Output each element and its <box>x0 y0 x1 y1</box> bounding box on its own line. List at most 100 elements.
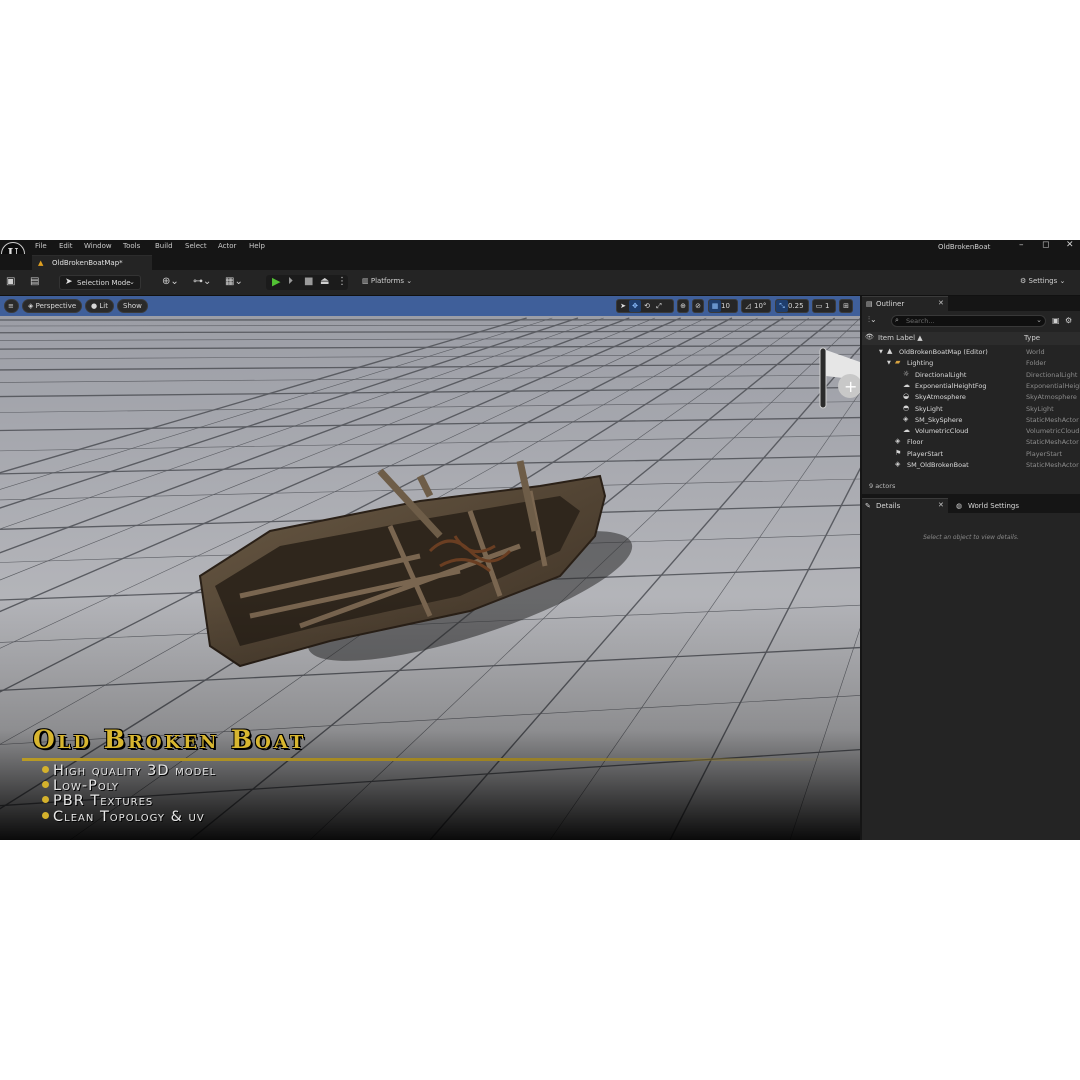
feature-list: High quality 3D model Low-Poly PBR Textu… <box>42 763 216 825</box>
blueprint-icon[interactable]: ⊶⌄ <box>193 276 211 288</box>
maximize-icon[interactable]: ◻ <box>1042 240 1049 250</box>
eye-icon[interactable]: 👁 <box>865 333 874 341</box>
eject-icon[interactable]: ⏏ <box>320 276 329 288</box>
outliner-row[interactable]: ▼ ▰ Lighting Folder <box>862 358 1080 369</box>
grid-snap-toggle[interactable]: ▦ 10 <box>708 299 738 313</box>
outliner-row-label: Floor <box>907 438 924 447</box>
outliner-row-type: StaticMeshActor <box>1026 438 1079 447</box>
details-tab-label: Details <box>876 502 901 510</box>
tab-world-settings[interactable]: ◍ World Settings <box>950 498 1050 513</box>
outliner-row[interactable]: ◓ SkyLight SkyLight <box>862 404 1080 415</box>
menu-edit[interactable]: Edit <box>59 242 73 250</box>
save-icon[interactable]: ▣ <box>6 276 15 288</box>
more-options-icon[interactable]: ⋮ <box>337 276 347 288</box>
show-button[interactable]: Show <box>117 299 148 313</box>
cinematics-icon[interactable]: ▦⌄ <box>225 276 243 288</box>
platforms-icon: ▥ <box>362 277 371 285</box>
stop-icon[interactable]: ■ <box>304 276 313 288</box>
filter-icon[interactable]: ⫶⌄ <box>868 314 877 326</box>
scale-snap-value: 0.25 <box>788 302 804 310</box>
viewport-menu-icon[interactable]: ≡ <box>4 299 19 313</box>
menu-file[interactable]: File <box>35 242 47 250</box>
rotate-tool-icon[interactable]: ⟲ <box>641 300 653 312</box>
world-local-icon[interactable]: ⊕ <box>677 299 689 313</box>
minimize-icon[interactable]: – <box>1019 240 1024 250</box>
chevron-down-icon: ⌄ <box>1036 316 1042 324</box>
menu-window[interactable]: Window <box>84 242 112 250</box>
scale-tool-icon[interactable]: ⤢ <box>653 300 665 312</box>
unreal-editor-window: U File Edit Window Tools Build Select Ac… <box>0 240 1080 840</box>
outliner-row[interactable]: ◈ SM_OldBrokenBoat StaticMeshActor <box>862 460 1080 471</box>
menu-build[interactable]: Build <box>155 242 173 250</box>
content-browser-icon[interactable]: ▤ <box>30 276 39 288</box>
actor-type-icon: ☁ <box>903 380 910 389</box>
expand-arrow-icon[interactable]: ▼ <box>887 360 891 366</box>
column-item-label[interactable]: Item Label ▲ <box>878 334 923 342</box>
surface-snap-icon[interactable]: ⊘ <box>692 299 704 313</box>
lit-button[interactable]: ● Lit <box>85 299 114 313</box>
tab-oldbrokenboatmap[interactable]: ▲ OldBrokenBoatMap* <box>32 255 152 270</box>
details-tab-row: ✎ Details ✕ ◍ World Settings <box>862 498 1080 513</box>
settings-dropdown[interactable]: ⚙ Settings ⌄ <box>1020 277 1065 285</box>
gear-icon[interactable]: ⚙ <box>1065 315 1072 327</box>
scale-snap-toggle[interactable]: ⤡ 0.25 <box>775 299 809 313</box>
transform-tools: ➤ ✥ ⟲ ⤢ <box>616 299 674 313</box>
selection-mode-dropdown[interactable]: ➤ Selection Mode ⌄ <box>59 275 141 290</box>
outliner-row[interactable]: ☼ DirectionalLight DirectionalLight <box>862 370 1080 381</box>
details-panel: ✎ Details ✕ ◍ World Settings Select an o… <box>862 498 1080 840</box>
world-settings-label: World Settings <box>968 502 1019 510</box>
outliner-row-type: World <box>1026 348 1045 356</box>
menu-select[interactable]: Select <box>185 242 207 250</box>
perspective-button[interactable]: ◈ Perspective <box>22 299 83 313</box>
tab-details[interactable]: ✎ Details ✕ <box>862 498 948 513</box>
outliner-search-input[interactable]: ⌕ Search... ⌄ <box>891 315 1046 327</box>
tab-outliner[interactable]: ▤ Outliner ✕ <box>862 296 948 311</box>
outliner-row-label: ExponentialHeightFog <box>915 381 987 390</box>
camera-speed-button[interactable]: ▭ 1 <box>812 299 836 313</box>
close-icon[interactable]: ✕ <box>938 501 944 509</box>
actor-type-icon: ◒ <box>903 392 910 401</box>
settings-label: Settings <box>1028 277 1058 285</box>
outliner-row-type: Folder <box>1026 359 1047 368</box>
add-folder-icon[interactable]: ▣ <box>1052 315 1060 327</box>
outliner-row-label: SkyLight <box>915 404 943 413</box>
platforms-dropdown[interactable]: ▥ Platforms ⌄ <box>362 277 412 285</box>
outliner-row-type: StaticMeshActor <box>1026 461 1079 469</box>
outliner-row-label: PlayerStart <box>907 449 944 458</box>
menu-actor[interactable]: Actor <box>218 242 236 250</box>
outliner-row-type: DirectionalLight <box>1026 370 1078 379</box>
feature-text: Clean Topology & uv <box>53 808 205 825</box>
tab-label: OldBrokenBoatMap* <box>52 259 123 267</box>
bullet-icon <box>42 781 49 789</box>
level-viewport[interactable]: + ≡ ◈ Perspective ● Lit Show ➤ ✥ ⟲ ⤢ ⊕ ⊘ ▦ 1… <box>0 296 860 840</box>
outliner-row[interactable]: ☁ VolumetricCloud VolumetricCloud <box>862 426 1080 437</box>
search-placeholder: Search... <box>906 317 935 325</box>
menu-tools[interactable]: Tools <box>123 242 140 250</box>
outliner-row-label: VolumetricCloud <box>915 427 969 436</box>
step-icon[interactable]: ⏵ <box>288 276 293 288</box>
outliner-row[interactable]: ▼ ▲ OldBrokenBoatMap (Editor) World <box>862 347 1080 358</box>
outliner-row[interactable]: ☁ ExponentialHeightFog ExponentialHeigh <box>862 381 1080 392</box>
viewport-layout-icon[interactable]: ⊞ <box>839 299 853 313</box>
menu-bar: U File Edit Window Tools Build Select Ac… <box>0 240 1080 266</box>
outliner-row[interactable]: ⚑ PlayerStart PlayerStart <box>862 449 1080 460</box>
menu-help[interactable]: Help <box>249 242 265 250</box>
close-icon[interactable]: ✕ <box>1066 240 1074 250</box>
outliner-row[interactable]: ◈ SM_SkySphere StaticMeshActor <box>862 415 1080 426</box>
selection-mode-label: Selection Mode <box>77 279 131 287</box>
column-type[interactable]: Type <box>1024 334 1040 342</box>
outliner-row[interactable]: ◒ SkyAtmosphere SkyAtmosphere <box>862 392 1080 403</box>
camera-speed-value: 1 <box>825 302 830 310</box>
select-tool-icon[interactable]: ➤ <box>617 300 629 312</box>
close-icon[interactable]: ✕ <box>938 299 944 307</box>
rotation-snap-toggle[interactable]: ◿ 10° <box>741 299 771 313</box>
play-controls: ▶ ⏵ ■ ⏏ ⋮ <box>266 275 348 290</box>
main-toolbar: ▣ ▤ ➤ Selection Mode ⌄ ⊕⌄ ⊶⌄ ▦⌄ ▶ ⏵ ■ ⏏ … <box>0 270 1080 296</box>
outliner-row[interactable]: ◈ Floor StaticMeshActor <box>862 437 1080 448</box>
outliner-icon: ▤ <box>866 300 873 308</box>
translate-tool-icon[interactable]: ✥ <box>629 300 641 312</box>
play-icon[interactable]: ▶ <box>272 276 280 288</box>
add-actor-icon[interactable]: ⊕⌄ <box>162 276 179 288</box>
outliner-row-type: StaticMeshActor <box>1026 415 1079 424</box>
expand-arrow-icon[interactable]: ▼ <box>879 349 883 355</box>
